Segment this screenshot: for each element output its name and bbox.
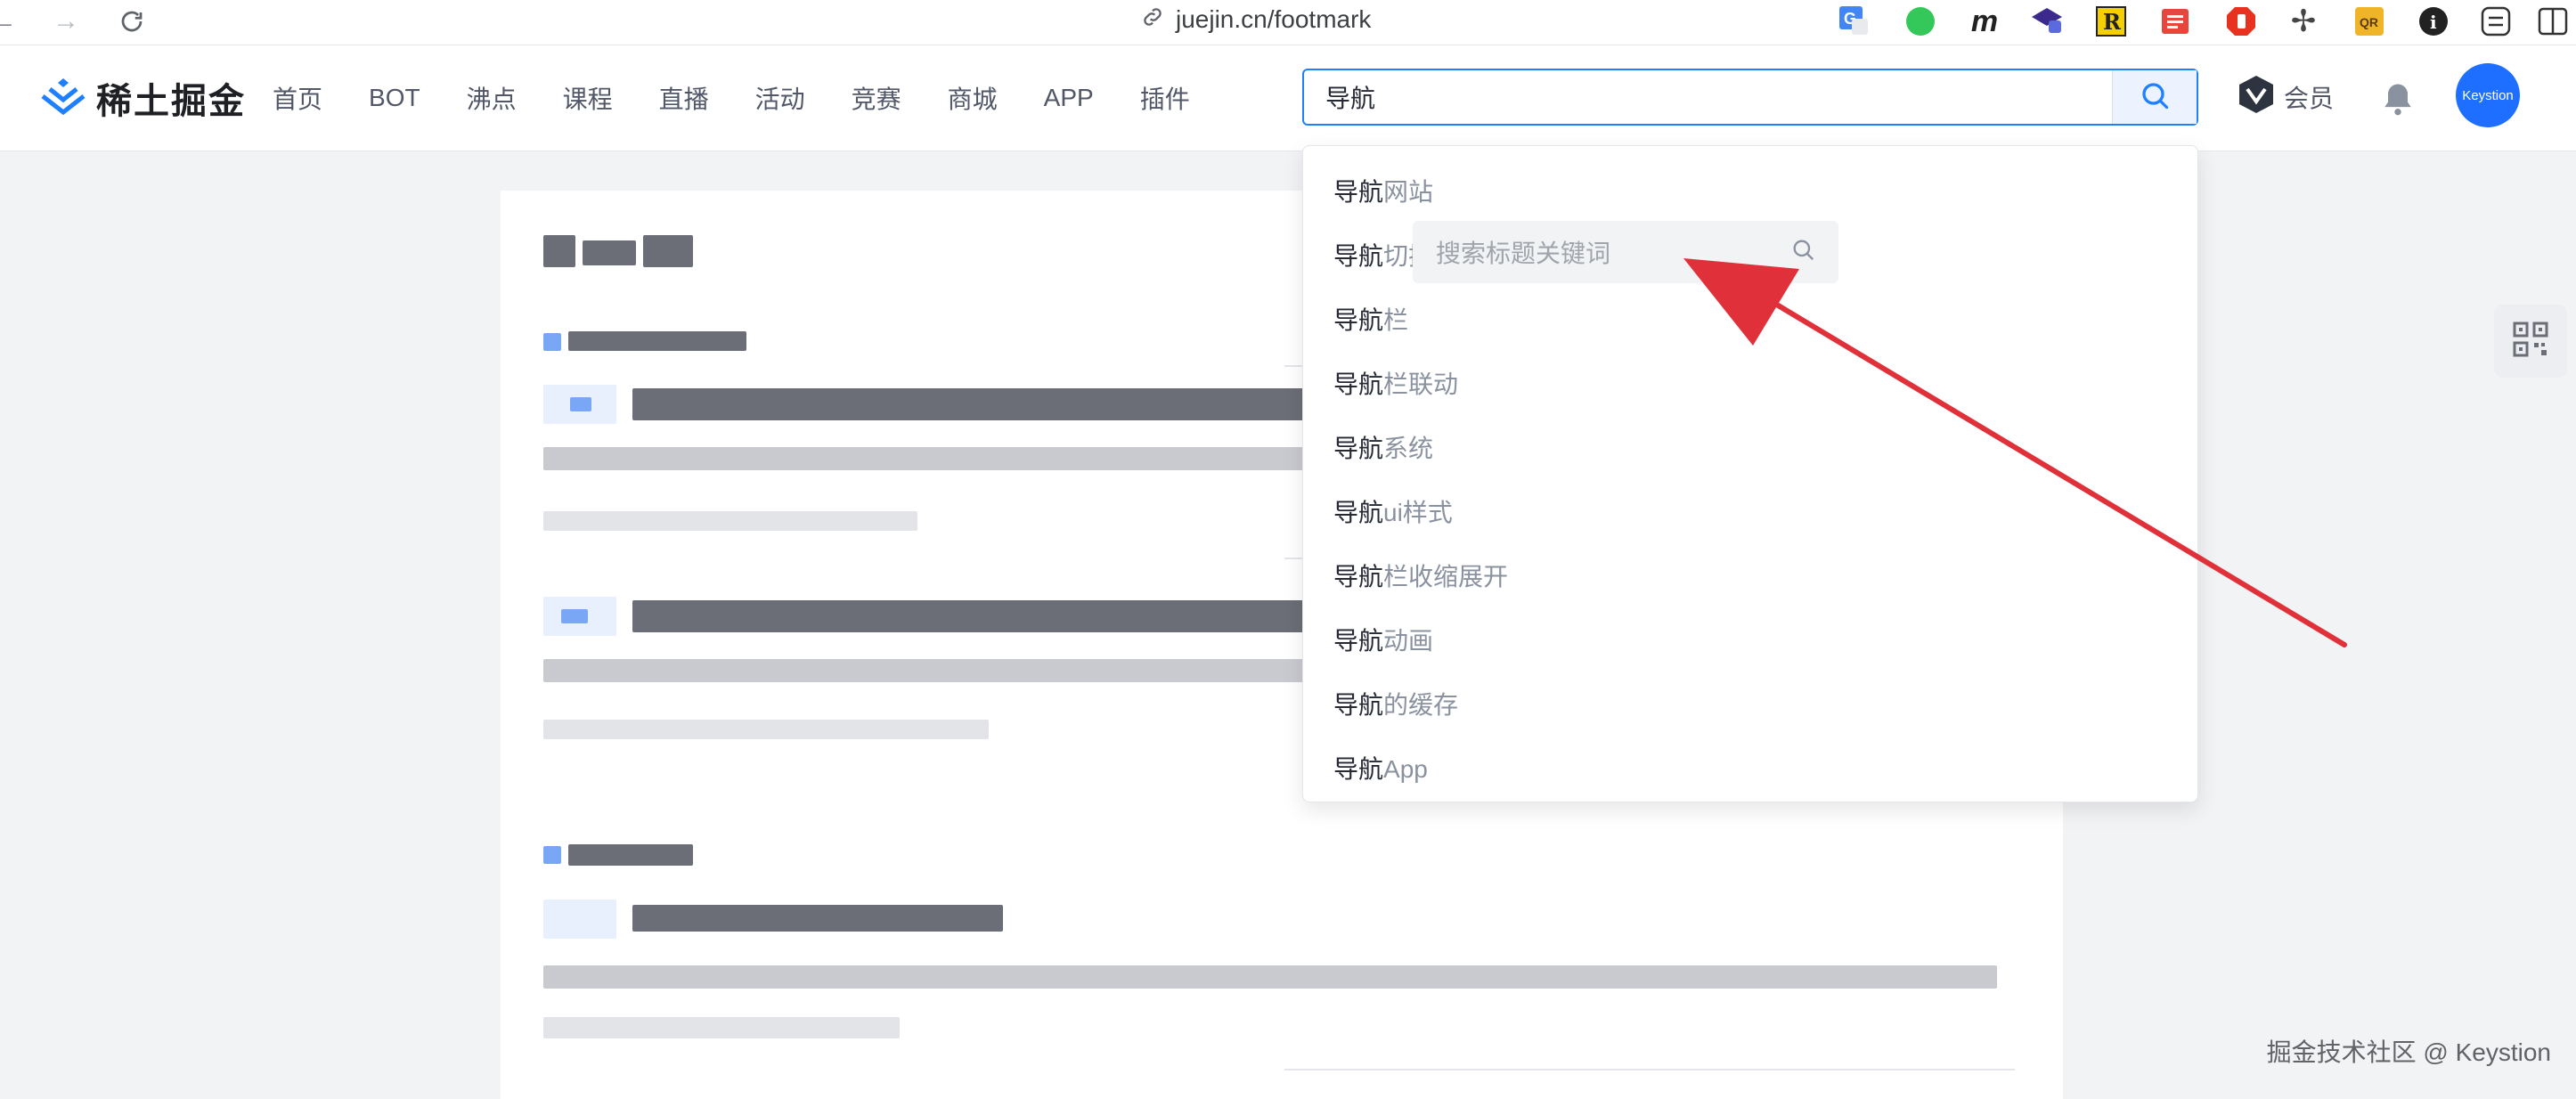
info-icon[interactable]: i <box>2416 4 2451 39</box>
search-input[interactable] <box>1304 70 2112 124</box>
pixelated-article-title[interactable] <box>632 600 1309 632</box>
pixelated-tag <box>561 609 588 623</box>
pixelated-article-meta <box>543 511 917 531</box>
search-box <box>1302 69 2198 126</box>
suggestion-item[interactable]: 导航的缓存 <box>1333 686 1458 721</box>
back-icon[interactable]: ← <box>0 4 21 39</box>
suggestion-item[interactable]: 导航栏 <box>1333 301 1408 337</box>
search-button[interactable] <box>2112 70 2197 124</box>
nav-item-pins[interactable]: 沸点 <box>467 80 517 116</box>
qr-code-icon <box>2513 322 2548 362</box>
logo-text: 稀土掘金 <box>96 82 246 121</box>
pixelated-tag <box>543 900 616 939</box>
svg-text:i: i <box>2430 12 2437 33</box>
main-nav: 首页 BOT 沸点 课程 直播 活动 竞赛 商城 APP 插件 <box>273 45 1236 151</box>
juejin-logo-icon <box>39 77 87 120</box>
url-text: juejin.cn/footmark <box>1176 5 1372 33</box>
avatar[interactable]: Keystion <box>2456 63 2520 127</box>
settings-toggle-icon[interactable] <box>2478 4 2514 39</box>
m-icon[interactable]: m <box>1967 4 2002 39</box>
sidebar-icon[interactable] <box>2535 4 2571 39</box>
svg-text:QR: QR <box>2360 15 2378 29</box>
crosshair-icon[interactable]: ✢ <box>2286 4 2321 39</box>
pixelated-section-marker <box>543 846 561 864</box>
suggestion-item[interactable]: 导航App <box>1333 750 1428 786</box>
suggestion-item[interactable]: 导航栏收缩展开 <box>1333 558 1508 593</box>
graduation-cap-icon[interactable] <box>2029 4 2065 39</box>
pixelated-title-block <box>583 240 636 265</box>
pixelated-article-summary <box>543 659 1309 682</box>
pixelated-tag <box>570 397 591 411</box>
site-logo[interactable]: 稀土掘金 <box>39 72 246 124</box>
suggestion-item[interactable]: 导航系统 <box>1333 429 1433 465</box>
pixelated-article-title[interactable] <box>632 388 1309 420</box>
search-icon <box>1790 237 1815 268</box>
pixelated-article-title[interactable] <box>632 905 1003 932</box>
nav-item-bot[interactable]: BOT <box>369 84 420 112</box>
nav-item-live[interactable]: 直播 <box>659 80 709 116</box>
adblock-icon[interactable] <box>2223 4 2259 39</box>
nav-item-events[interactable]: 活动 <box>755 80 805 116</box>
title-keyword-placeholder: 搜索标题关键词 <box>1436 240 1611 267</box>
pixelated-section-title <box>568 844 693 866</box>
reload-icon[interactable] <box>114 4 150 39</box>
pixelated-article-summary <box>543 447 1309 470</box>
pixelated-article-summary <box>543 965 1997 989</box>
svg-text:R: R <box>2103 9 2122 35</box>
nav-item-courses[interactable]: 课程 <box>563 80 613 116</box>
browser-toolbar: ← → juejin.cn/footmark G m R ✢ QR i <box>0 0 2576 45</box>
suggestion-item[interactable]: 导航ui样式 <box>1333 493 1453 529</box>
pixelated-section-title <box>568 331 746 351</box>
address-bar[interactable]: juejin.cn/footmark <box>1140 0 1371 39</box>
qr-icon[interactable]: QR <box>2352 4 2387 39</box>
green-dot-icon[interactable] <box>1903 4 1938 39</box>
suggestion-item[interactable]: 导航栏联动 <box>1333 365 1458 401</box>
pixelated-section-marker <box>543 333 561 351</box>
translate-icon[interactable]: G <box>1837 4 1872 39</box>
nav-item-app[interactable]: APP <box>1044 84 1094 112</box>
title-keyword-search[interactable]: 搜索标题关键词 <box>1413 221 1838 283</box>
avatar-text: Keystion <box>2462 87 2514 103</box>
notification-bell-icon[interactable] <box>2378 79 2417 118</box>
forward-icon[interactable]: → <box>48 4 84 39</box>
pixelated-article-meta <box>543 720 989 739</box>
search-icon <box>2139 79 2171 116</box>
vip-button[interactable]: 会员 <box>2238 75 2334 119</box>
pixelated-title-block <box>543 235 575 267</box>
pixelated-article-meta <box>543 1017 900 1038</box>
watermark: 掘金技术社区 @ Keystion <box>2266 1038 2551 1066</box>
nav-item-home[interactable]: 首页 <box>273 80 322 116</box>
vip-badge-icon <box>2238 75 2275 120</box>
suggestion-item[interactable]: 导航网站 <box>1333 173 1433 208</box>
nav-item-contests[interactable]: 竞赛 <box>852 80 901 116</box>
qr-code-button[interactable] <box>2494 305 2567 378</box>
site-header: 稀土掘金 首页 BOT 沸点 课程 直播 活动 竞赛 商城 APP 插件 会员 <box>0 45 2576 151</box>
nav-item-mall[interactable]: 商城 <box>948 80 998 116</box>
link-icon <box>1140 4 1165 36</box>
suggestion-item[interactable]: 导航动画 <box>1333 622 1433 657</box>
reader-icon[interactable] <box>2157 4 2193 39</box>
r-icon[interactable]: R <box>2093 4 2129 39</box>
divider <box>1284 1069 2015 1071</box>
pixelated-title-block <box>643 235 693 267</box>
vip-label: 会员 <box>2284 85 2335 112</box>
nav-item-plugins[interactable]: 插件 <box>1140 80 1190 116</box>
